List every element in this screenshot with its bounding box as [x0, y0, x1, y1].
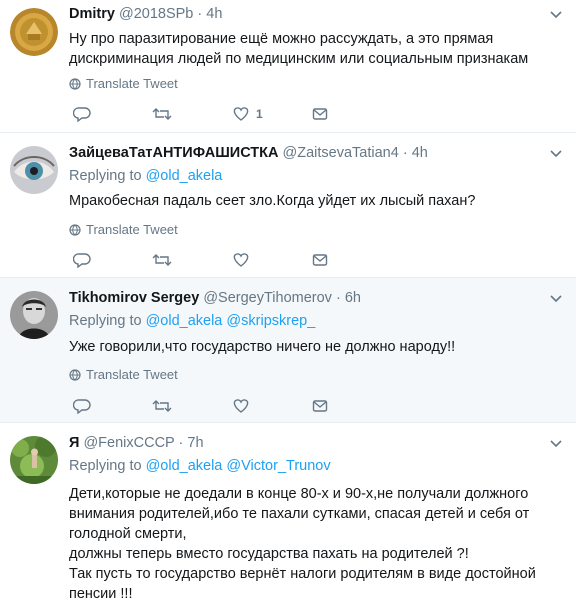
avatar-eye-image [10, 146, 58, 194]
reply-icon [73, 253, 91, 268]
direct-message-icon [312, 400, 328, 412]
tweet-header: Dmitry @2018SPb · 4h [69, 6, 222, 22]
translate-label: Translate Tweet [86, 76, 178, 91]
tweet-header: Tikhomirov Sergey @SergeyTihomerov · 6h [69, 290, 361, 306]
timestamp[interactable]: 6h [345, 290, 361, 306]
globe-icon [69, 223, 81, 236]
reply-button[interactable] [73, 398, 91, 414]
chevron-down-icon[interactable] [550, 292, 562, 304]
avatar-portrait-image [10, 291, 58, 339]
tweet-header: Я @FenixCCCP · 7h [69, 435, 204, 451]
separator-dot: · [335, 290, 341, 306]
like-icon [233, 253, 249, 267]
replying-to: Replying to @old_akela [69, 168, 222, 184]
tweet-fenix[interactable]: Я @FenixCCCP · 7h Replying to @old_akela… [0, 423, 576, 605]
tweet-text: Мракобесная падаль сеет зло.Когда уйдет … [69, 193, 476, 209]
separator-dot: · [197, 6, 203, 22]
separator-dot: · [178, 435, 184, 451]
display-name[interactable]: Я [69, 435, 79, 451]
translate-label: Translate Tweet [86, 367, 178, 382]
username[interactable]: @FenixCCCP [83, 435, 174, 451]
direct-message-button[interactable] [312, 252, 328, 268]
chevron-down-icon[interactable] [550, 8, 562, 20]
tweet-text: Ну про паразитирование ещё можно рассужд… [69, 31, 529, 67]
direct-message-icon [312, 254, 328, 266]
avatar[interactable] [10, 8, 58, 56]
globe-icon [69, 368, 81, 381]
reply-button[interactable] [73, 252, 91, 268]
like-icon [233, 107, 249, 121]
username[interactable]: @2018SPb [119, 6, 193, 22]
tweet-text: Дети,которые не доедали в конце 80-х и 9… [69, 486, 536, 602]
retweet-icon [152, 400, 172, 412]
mention-link[interactable]: @old_akela [146, 458, 223, 474]
replying-to: Replying to @old_akela @skripskrep_ [69, 313, 315, 329]
tweet-header: ЗайцеваТатАНТИФАШИСТКА @ZaitsevaTatian4 … [69, 145, 428, 161]
retweet-button[interactable] [152, 252, 172, 268]
tweet-text: Уже говорили,что государство ничего не д… [69, 339, 456, 355]
globe-icon [69, 77, 81, 90]
retweet-button[interactable] [152, 398, 172, 414]
replying-to-label: Replying to [69, 458, 142, 474]
display-name[interactable]: ЗайцеваТатАНТИФАШИСТКА [69, 145, 278, 161]
translate-tweet-link[interactable]: Translate Tweet [69, 76, 178, 91]
avatar-coin-image [10, 8, 58, 56]
replying-to-label: Replying to [69, 313, 142, 329]
retweet-icon [152, 254, 172, 266]
timestamp[interactable]: 4h [412, 145, 428, 161]
replying-to-label: Replying to [69, 168, 142, 184]
replying-to: Replying to @old_akela @Victor_Trunov [69, 458, 331, 474]
tweet-tikhomirov[interactable]: Tikhomirov Sergey @SergeyTihomerov · 6h … [0, 278, 576, 423]
direct-message-button[interactable] [312, 398, 328, 414]
chevron-down-icon[interactable] [550, 437, 562, 449]
translate-tweet-link[interactable]: Translate Tweet [69, 367, 178, 382]
display-name[interactable]: Tikhomirov Sergey [69, 290, 199, 306]
timestamp[interactable]: 4h [206, 6, 222, 22]
direct-message-icon [312, 108, 328, 120]
mention-link[interactable]: @old_akela [146, 168, 223, 184]
mention-link[interactable]: @Victor_Trunov [226, 458, 330, 474]
mention-link[interactable]: @skripskrep_ [226, 313, 315, 329]
chevron-down-icon[interactable] [550, 147, 562, 159]
like-button[interactable] [232, 252, 250, 268]
username[interactable]: @ZaitsevaTatian4 [283, 145, 399, 161]
translate-tweet-link[interactable]: Translate Tweet [69, 222, 178, 237]
mention-link[interactable]: @old_akela [146, 313, 223, 329]
timestamp[interactable]: 7h [187, 435, 203, 451]
avatar-nature-image [10, 436, 58, 484]
retweet-button[interactable] [152, 106, 178, 122]
like-button[interactable] [232, 398, 250, 414]
direct-message-button[interactable] [312, 106, 328, 122]
reply-icon [73, 107, 91, 122]
translate-label: Translate Tweet [86, 222, 178, 237]
avatar[interactable] [10, 291, 58, 339]
tweet-dmitry[interactable]: Dmitry @2018SPb · 4h Ну про паразитирова… [0, 0, 576, 133]
like-button[interactable]: 1 [232, 106, 263, 122]
avatar[interactable] [10, 436, 58, 484]
reply-button[interactable] [73, 106, 97, 122]
tweet-zaitseva[interactable]: ЗайцеваТатАНТИФАШИСТКА @ZaitsevaTatian4 … [0, 133, 576, 278]
avatar[interactable] [10, 146, 58, 194]
retweet-icon [152, 108, 172, 120]
reply-icon [73, 399, 91, 414]
username[interactable]: @SergeyTihomerov [203, 290, 332, 306]
like-count: 1 [256, 107, 263, 121]
display-name[interactable]: Dmitry [69, 6, 115, 22]
separator-dot: · [402, 145, 408, 161]
like-icon [233, 399, 249, 413]
